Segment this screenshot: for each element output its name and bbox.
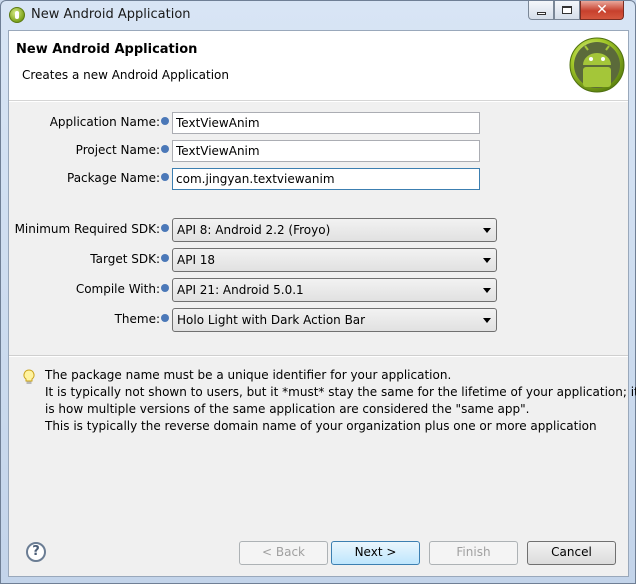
target-sdk-value: API 18 [177, 253, 216, 267]
chevron-down-icon [483, 228, 491, 233]
target-sdk-label: Target SDK: [90, 252, 160, 266]
info-icon [161, 314, 169, 322]
lightbulb-icon [23, 369, 35, 384]
help-icon[interactable]: ? [26, 542, 46, 562]
package-name-label-cell: Package Name: [9, 168, 169, 190]
project-name-label-cell: Project Name: [9, 140, 169, 162]
android-adt-icon [9, 7, 25, 23]
android-robot-logo [569, 37, 625, 93]
hint-line: is how multiple versions of the same app… [45, 402, 530, 416]
target-sdk-label-cell: Target SDK: [9, 249, 169, 271]
theme-select[interactable]: Holo Light with Dark Action Bar [172, 308, 497, 332]
window-title: New Android Application [31, 7, 191, 22]
maximize-icon [562, 6, 572, 14]
page-title: New Android Application [16, 42, 198, 57]
hint-text: The package name must be a unique identi… [45, 367, 636, 435]
min-sdk-label-cell: Minimum Required SDK: [9, 219, 169, 241]
info-icon [161, 145, 169, 153]
info-icon [161, 173, 169, 181]
wizard-body: Application Name: Project Name: Package … [9, 102, 636, 534]
chevron-down-icon [483, 258, 491, 263]
application-name-label: Application Name: [49, 115, 160, 129]
separator [9, 355, 628, 357]
theme-label-cell: Theme: [9, 309, 169, 331]
finish-button[interactable]: Finish [429, 541, 518, 565]
hint-line: It is typically not shown to users, but … [45, 385, 636, 399]
wizard-header: New Android Application Creates a new An… [9, 31, 628, 101]
min-sdk-label: Minimum Required SDK: [14, 222, 160, 236]
info-icon [161, 284, 169, 292]
cancel-button[interactable]: Cancel [527, 541, 616, 565]
min-sdk-value: API 8: Android 2.2 (Froyo) [177, 223, 331, 237]
maximize-button[interactable] [554, 1, 580, 20]
hint-line: This is typically the reverse domain nam… [45, 419, 597, 433]
compile-with-value: API 21: Android 5.0.1 [177, 283, 304, 297]
theme-label: Theme: [114, 312, 160, 326]
project-name-field[interactable] [172, 140, 480, 162]
chevron-down-icon [483, 288, 491, 293]
application-name-field[interactable] [172, 112, 480, 134]
min-sdk-select[interactable]: API 8: Android 2.2 (Froyo) [172, 218, 497, 242]
back-button[interactable]: < Back [239, 541, 328, 565]
minimize-button[interactable] [528, 1, 554, 20]
compile-with-select[interactable]: API 21: Android 5.0.1 [172, 278, 497, 302]
application-name-label-cell: Application Name: [9, 112, 169, 134]
button-bar: ? < Back Next > Finish Cancel [9, 534, 628, 576]
theme-value: Holo Light with Dark Action Bar [177, 313, 366, 327]
minimize-icon [536, 11, 546, 15]
project-name-label: Project Name: [75, 143, 160, 157]
package-name-label: Package Name: [67, 171, 160, 185]
close-icon: ✕ [596, 2, 608, 18]
info-icon [161, 224, 169, 232]
compile-with-label-cell: Compile With: [9, 279, 169, 301]
chevron-down-icon [483, 318, 491, 323]
info-icon [161, 117, 169, 125]
hint-line: The package name must be a unique identi… [45, 368, 452, 382]
dialog-window: New Android Application ✕ New Android Ap… [0, 0, 636, 584]
next-button[interactable]: Next > [331, 541, 420, 565]
compile-with-label: Compile With: [75, 282, 160, 296]
title-bar[interactable]: New Android Application ✕ [1, 1, 635, 29]
dialog-client-area: New Android Application Creates a new An… [8, 30, 636, 577]
package-name-field[interactable] [172, 168, 480, 190]
page-subtitle: Creates a new Android Application [22, 68, 229, 82]
info-icon [161, 254, 169, 262]
close-button[interactable]: ✕ [580, 1, 624, 20]
target-sdk-select[interactable]: API 18 [172, 248, 497, 272]
